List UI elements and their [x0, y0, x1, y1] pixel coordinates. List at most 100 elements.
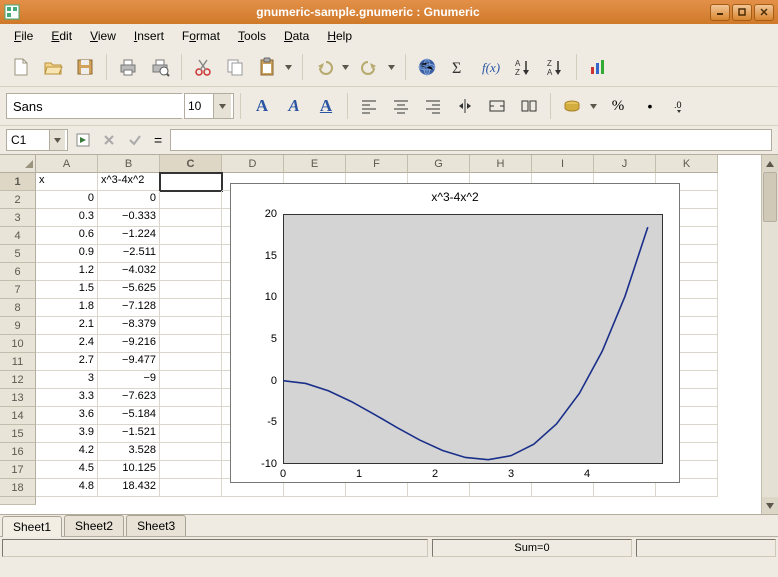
cell-C17[interactable] — [160, 461, 222, 479]
cell-B13[interactable]: −7.623 — [98, 389, 160, 407]
column-header-H[interactable]: H — [470, 155, 532, 173]
cell-A18[interactable]: 4.8 — [36, 479, 98, 497]
row-header-18[interactable]: 18 — [0, 479, 36, 497]
currency-button[interactable] — [557, 91, 587, 121]
font-size-dropdown[interactable] — [213, 94, 231, 118]
formula-input[interactable] — [170, 129, 772, 151]
thousands-button[interactable]: • — [635, 91, 665, 121]
cell-C3[interactable] — [160, 209, 222, 227]
menu-view[interactable]: View — [82, 26, 124, 46]
font-name-input[interactable] — [7, 94, 195, 118]
chart-button[interactable] — [583, 52, 613, 82]
italic-button[interactable]: A — [279, 91, 309, 121]
cell-B1[interactable]: x^3-4x^2 — [98, 173, 160, 191]
cell-A3[interactable]: 0.3 — [36, 209, 98, 227]
cell-B9[interactable]: −8.379 — [98, 317, 160, 335]
print-button[interactable] — [113, 52, 143, 82]
row-header-8[interactable]: 8 — [0, 299, 36, 317]
cell-B16[interactable]: 3.528 — [98, 443, 160, 461]
row-header-2[interactable]: 2 — [0, 191, 36, 209]
menu-tools[interactable]: Tools — [230, 26, 274, 46]
cell-A2[interactable]: 0 — [36, 191, 98, 209]
align-left-button[interactable] — [354, 91, 384, 121]
menu-data[interactable]: Data — [276, 26, 317, 46]
window-minimize-button[interactable] — [710, 4, 730, 21]
new-file-button[interactable] — [6, 52, 36, 82]
cell-B15[interactable]: −1.521 — [98, 425, 160, 443]
row-header-9[interactable]: 9 — [0, 317, 36, 335]
font-size-input[interactable] — [185, 94, 213, 118]
cell-A5[interactable]: 0.9 — [36, 245, 98, 263]
sheet-tab-sheet1[interactable]: Sheet1 — [2, 516, 62, 537]
cell-C14[interactable] — [160, 407, 222, 425]
vertical-scrollbar[interactable] — [761, 155, 778, 514]
align-center-button[interactable] — [386, 91, 416, 121]
cell-B5[interactable]: −2.511 — [98, 245, 160, 263]
sheet-tab-sheet2[interactable]: Sheet2 — [64, 515, 124, 536]
redo-dropdown[interactable] — [385, 52, 399, 82]
row-header-1[interactable]: 1 — [0, 173, 36, 191]
column-header-D[interactable]: D — [222, 155, 284, 173]
cell-B17[interactable]: 10.125 — [98, 461, 160, 479]
cut-button[interactable] — [188, 52, 218, 82]
print-preview-button[interactable] — [145, 52, 175, 82]
scroll-down-button[interactable] — [762, 497, 778, 514]
cell-B12[interactable]: −9 — [98, 371, 160, 389]
menu-format[interactable]: Format — [174, 26, 228, 46]
cell-A15[interactable]: 3.9 — [36, 425, 98, 443]
cell-A4[interactable]: 0.6 — [36, 227, 98, 245]
font-size-combo[interactable] — [184, 93, 234, 119]
select-all-corner[interactable] — [0, 155, 36, 173]
merge-cells-button[interactable] — [482, 91, 512, 121]
cell-B8[interactable]: −7.128 — [98, 299, 160, 317]
menu-edit[interactable]: Edit — [43, 26, 80, 46]
cell-reference-dropdown[interactable] — [49, 130, 65, 150]
row-header-3[interactable]: 3 — [0, 209, 36, 227]
function-button[interactable]: f(x) — [476, 52, 506, 82]
row-header-17[interactable]: 17 — [0, 461, 36, 479]
cell-C12[interactable] — [160, 371, 222, 389]
cell-C18[interactable] — [160, 479, 222, 497]
increase-decimals-button[interactable]: .0 — [667, 91, 697, 121]
cell-reference-combo[interactable] — [6, 129, 68, 151]
cell-B4[interactable]: −1.224 — [98, 227, 160, 245]
row-header-12[interactable]: 12 — [0, 371, 36, 389]
cell-C11[interactable] — [160, 353, 222, 371]
underline-button[interactable]: A — [311, 91, 341, 121]
split-cells-button[interactable] — [514, 91, 544, 121]
row-header-14[interactable]: 14 — [0, 407, 36, 425]
cell-A9[interactable]: 2.1 — [36, 317, 98, 335]
paste-button[interactable] — [252, 52, 282, 82]
column-header-C[interactable]: C — [160, 155, 222, 173]
cell-A1[interactable]: x — [36, 173, 98, 191]
embedded-chart[interactable]: x^3-4x^2 -10-505101520 01234 — [230, 183, 680, 483]
sum-button[interactable]: Σ — [444, 52, 474, 82]
column-header-J[interactable]: J — [594, 155, 656, 173]
menu-help[interactable]: Help — [319, 26, 360, 46]
cell-B3[interactable]: −0.333 — [98, 209, 160, 227]
cell-C7[interactable] — [160, 281, 222, 299]
cell-C10[interactable] — [160, 335, 222, 353]
column-header-F[interactable]: F — [346, 155, 408, 173]
row-header-13[interactable]: 13 — [0, 389, 36, 407]
accept-edit-button[interactable] — [124, 129, 146, 151]
cell-B7[interactable]: −5.625 — [98, 281, 160, 299]
row-header-6[interactable]: 6 — [0, 263, 36, 281]
cell-B11[interactable]: −9.477 — [98, 353, 160, 371]
center-across-button[interactable] — [450, 91, 480, 121]
cell-B14[interactable]: −5.184 — [98, 407, 160, 425]
sort-asc-button[interactable]: AZ — [508, 52, 538, 82]
cell-C2[interactable] — [160, 191, 222, 209]
column-header-I[interactable]: I — [532, 155, 594, 173]
redo-button[interactable] — [355, 52, 385, 82]
scroll-up-button[interactable] — [762, 155, 778, 172]
column-header-G[interactable]: G — [408, 155, 470, 173]
row-header-5[interactable]: 5 — [0, 245, 36, 263]
row-header-4[interactable]: 4 — [0, 227, 36, 245]
column-header-A[interactable]: A — [36, 155, 98, 173]
cell-C13[interactable] — [160, 389, 222, 407]
scroll-thumb[interactable] — [763, 172, 777, 222]
column-header-K[interactable]: K — [656, 155, 718, 173]
cell-A10[interactable]: 2.4 — [36, 335, 98, 353]
cell-C6[interactable] — [160, 263, 222, 281]
